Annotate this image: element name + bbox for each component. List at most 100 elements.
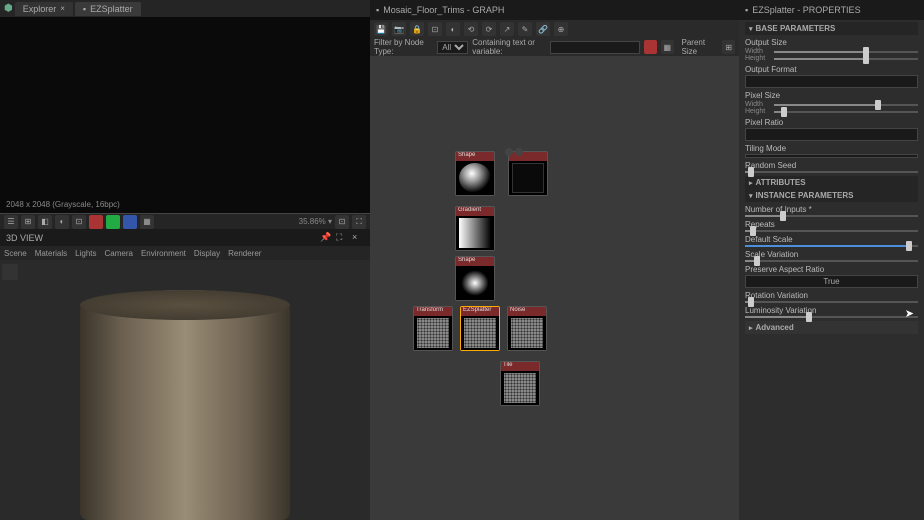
tool-icon[interactable]: ✎	[518, 22, 532, 36]
tool-btn[interactable]: ◐	[55, 215, 69, 229]
link-icon[interactable]: 🔗	[536, 22, 550, 36]
menu-scene[interactable]: Scene	[4, 249, 27, 258]
width-slider[interactable]	[774, 51, 918, 53]
camera-icon[interactable]: 📷	[392, 22, 406, 36]
chevron-down-icon: ▾	[749, 25, 753, 33]
properties-body[interactable]: ▾ BASE PARAMETERS Output Size Width Heig…	[739, 20, 924, 520]
filter-type-select[interactable]: All	[437, 41, 468, 54]
pixel-ratio-value[interactable]	[745, 128, 918, 141]
node-ezsplatter[interactable]: EZSplatter	[460, 306, 500, 351]
parent-size-label: Parent Size	[682, 38, 719, 56]
luminosity-variation-slider[interactable]	[745, 316, 918, 318]
props-icon: ▪	[745, 5, 748, 15]
pin-icon[interactable]	[515, 148, 523, 156]
tab-explorer[interactable]: Explorer ×	[15, 2, 73, 16]
node-shape[interactable]: Shape	[455, 151, 495, 196]
prop-label: Default Scale	[745, 235, 918, 244]
tab-label: EZSplatter	[90, 4, 133, 14]
graph-icon: ▪	[376, 5, 379, 15]
panel-title: 3D VIEW	[6, 233, 43, 243]
tool-btn[interactable]: ⛶	[352, 215, 366, 229]
save-icon[interactable]: 💾	[374, 22, 388, 36]
tool-btn[interactable]: ⊡	[335, 215, 349, 229]
parent-size-btn[interactable]: ⊞	[722, 40, 735, 54]
tiling-mode-value[interactable]	[745, 154, 918, 158]
node-thumb	[464, 318, 496, 348]
tool-btn[interactable]: ⊡	[72, 215, 86, 229]
menu-camera[interactable]: Camera	[105, 249, 133, 258]
node-thumb	[417, 318, 449, 348]
random-seed-slider[interactable]	[745, 171, 918, 173]
prop-sublabel: Width	[745, 101, 771, 108]
section-base-params[interactable]: ▾ BASE PARAMETERS	[745, 22, 918, 35]
graph-header: ▪ Mosaic_Floor_Trims - GRAPH	[370, 0, 739, 20]
node-noise[interactable]: Noise	[507, 306, 547, 351]
node-transform[interactable]: Transform	[413, 306, 453, 351]
pixel-height-slider[interactable]	[774, 111, 918, 113]
node-gradient[interactable]: Gradient	[455, 206, 495, 251]
graph-filter-bar: Filter by Node Type: All Containing text…	[370, 38, 739, 56]
tool-icon[interactable]: ⟳	[482, 22, 496, 36]
output-format-value[interactable]	[745, 75, 918, 88]
prop-label: Random Seed	[745, 161, 918, 170]
preserve-aspect-value[interactable]: True	[745, 275, 918, 288]
close-icon[interactable]: ×	[60, 4, 65, 13]
height-slider[interactable]	[774, 58, 918, 60]
maximize-icon[interactable]: ⛶	[336, 232, 348, 244]
node-title: Shape	[456, 152, 494, 161]
prop-label: Pixel Ratio	[745, 118, 918, 127]
filter-text-input[interactable]	[550, 41, 640, 54]
default-scale-slider[interactable]	[745, 245, 918, 247]
chevron-right-icon: ▸	[749, 324, 753, 332]
section-advanced[interactable]: ▸ Advanced	[745, 321, 918, 334]
node-shape2[interactable]: Shape	[455, 256, 495, 301]
pin-icon[interactable]: 📌	[320, 232, 332, 244]
tool-icon[interactable]: ⟲	[464, 22, 478, 36]
channel-r-btn[interactable]	[89, 215, 103, 229]
channel-b-btn[interactable]	[123, 215, 137, 229]
section-instance-params[interactable]: ▾ INSTANCE PARAMETERS	[745, 189, 918, 202]
menu-materials[interactable]: Materials	[35, 249, 67, 258]
properties-title: EZSplatter - PROPERTIES	[752, 5, 860, 15]
file-icon: ▪	[83, 4, 86, 14]
tool-icon[interactable]: ⊕	[554, 22, 568, 36]
zoom-level[interactable]: 35.86% ▾	[299, 217, 332, 226]
menu-renderer[interactable]: Renderer	[228, 249, 261, 258]
pixel-width-slider[interactable]	[774, 104, 918, 106]
menu-environment[interactable]: Environment	[141, 249, 186, 258]
tool-btn[interactable]: ⊞	[21, 215, 35, 229]
section-label: INSTANCE PARAMETERS	[756, 191, 854, 200]
filter-label: Filter by Node Type:	[374, 38, 434, 56]
color-swatch[interactable]	[644, 40, 657, 54]
tool-btn[interactable]: ☰	[4, 215, 18, 229]
tool-icon[interactable]: ⊡	[428, 22, 442, 36]
prop-label: Output Format	[745, 65, 918, 74]
section-label: BASE PARAMETERS	[756, 24, 836, 33]
close-icon[interactable]: ×	[352, 232, 364, 244]
view3d-viewport[interactable]	[0, 260, 370, 520]
channel-g-btn[interactable]	[106, 215, 120, 229]
menu-lights[interactable]: Lights	[75, 249, 96, 258]
scale-variation-slider[interactable]	[745, 260, 918, 262]
tool-btn[interactable]: ◧	[38, 215, 52, 229]
tool-btn[interactable]: ▦	[140, 215, 154, 229]
rotation-variation-slider[interactable]	[745, 301, 918, 303]
preview-toolbar: ☰ ⊞ ◧ ◐ ⊡ ▦ 35.86% ▾ ⊡ ⛶	[0, 214, 370, 229]
node-dark[interactable]	[508, 151, 548, 196]
tool-icon[interactable]: ↗	[500, 22, 514, 36]
camera-icon[interactable]	[2, 264, 18, 280]
lock-icon[interactable]: 🔒	[410, 22, 424, 36]
num-inputs-slider[interactable]	[745, 215, 918, 217]
menu-display[interactable]: Display	[194, 249, 220, 258]
tool-icon[interactable]: ◐	[446, 22, 460, 36]
section-attributes[interactable]: ▸ ATTRIBUTES	[745, 176, 918, 189]
node-tile[interactable]: Tile	[500, 361, 540, 406]
tool-icon[interactable]: ▦	[661, 40, 674, 54]
pin-icon[interactable]	[505, 148, 513, 156]
tab-ezsplatter[interactable]: ▪ EZSplatter	[75, 2, 141, 16]
node-thumb	[512, 163, 544, 193]
tab-label: Explorer	[23, 4, 57, 14]
repeats-slider[interactable]	[745, 230, 918, 232]
node-thumb	[459, 218, 491, 248]
preview-2d[interactable]: 2048 x 2048 (Grayscale, 16bpc)	[0, 17, 370, 214]
